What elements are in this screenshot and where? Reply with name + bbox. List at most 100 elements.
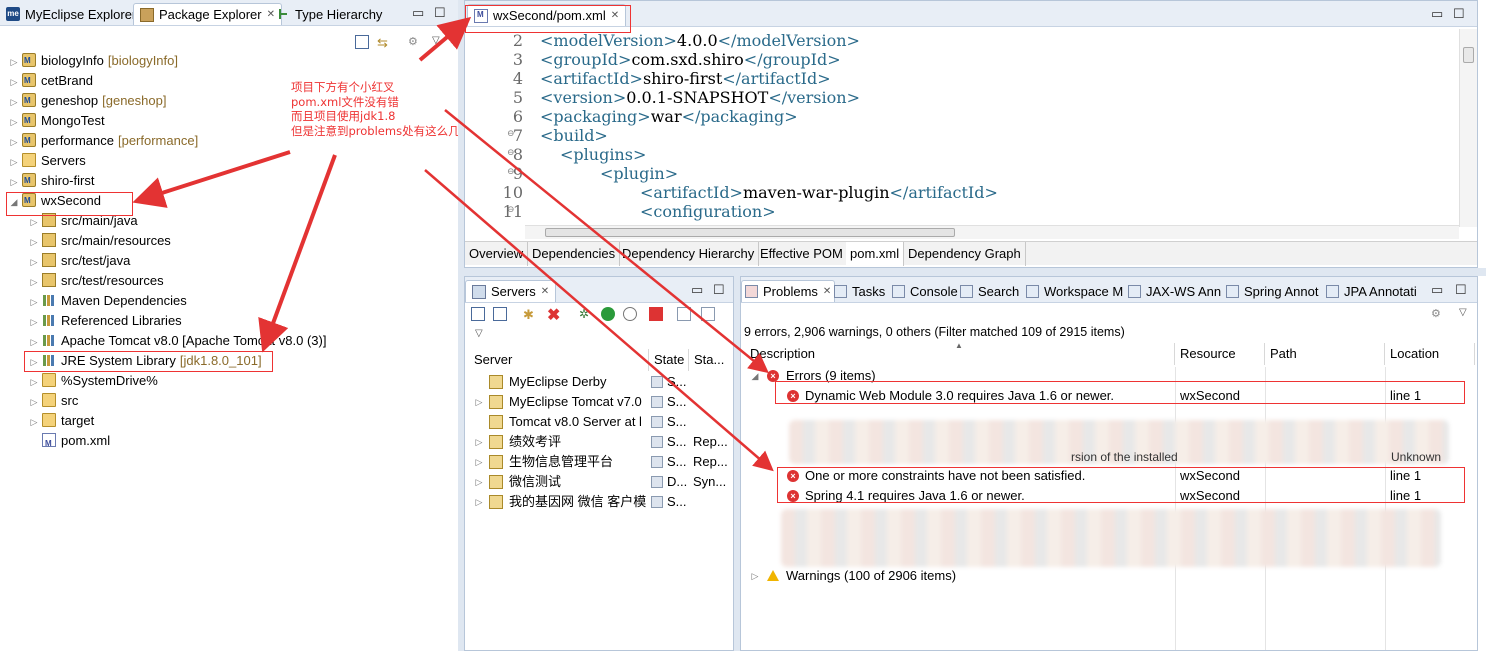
menu-chevron-down-icon[interactable]: ▽ <box>1459 307 1473 321</box>
collapse-all-icon[interactable] <box>471 307 485 321</box>
tree-item[interactable]: ▷ target <box>28 411 94 431</box>
servers-column-header[interactable]: Sta... <box>689 349 733 371</box>
minimize-icon[interactable]: ▭ <box>1431 6 1443 22</box>
error-row[interactable]: × Dynamic Web Module 3.0 requires Java 1.… <box>741 386 1477 406</box>
profile-icon[interactable] <box>623 307 637 321</box>
maximize-icon[interactable]: ☐ <box>434 5 446 21</box>
error-row[interactable]: × One or more constraints have not been s… <box>741 466 1477 486</box>
warnings-group-row[interactable]: ▷ Warnings (100 of 2906 items) <box>741 566 1477 586</box>
tab-package-explorer[interactable]: Package Explorer ✕ <box>133 3 283 25</box>
pom-tab[interactable]: Dependency Graph <box>904 242 1026 266</box>
publish-icon[interactable] <box>677 307 691 321</box>
expand-triangle-icon[interactable]: ▷ <box>749 566 761 586</box>
editor-horizontal-scrollbar[interactable] <box>525 225 1459 239</box>
pom-tab[interactable]: Overview <box>465 242 529 266</box>
server-row[interactable]: Tomcat v8.0 Server at l S... <box>465 412 733 432</box>
expand-triangle-icon[interactable]: ▷ <box>28 232 40 252</box>
minimize-icon[interactable]: ▭ <box>1431 282 1443 298</box>
tree-item[interactable]: ▷ Servers <box>8 151 86 171</box>
tree-item[interactable]: ▷ src <box>28 391 78 411</box>
tree-item[interactable]: ◢ wxSecond <box>8 191 101 211</box>
expand-triangle-icon[interactable]: ▷ <box>8 52 20 72</box>
pom-tab[interactable]: Effective POM <box>756 242 848 266</box>
pom-tab[interactable]: Dependency Hierarchy <box>618 242 760 266</box>
sash-horizontal[interactable] <box>464 268 1486 276</box>
expand-triangle-icon[interactable]: ▷ <box>28 332 40 352</box>
delete-icon[interactable]: ✖ <box>547 305 561 324</box>
expand-triangle-icon[interactable]: ▷ <box>8 72 20 92</box>
expand-triangle-icon[interactable]: ▷ <box>473 492 485 512</box>
expand-triangle-icon[interactable]: ▷ <box>28 372 40 392</box>
tree-item[interactable]: pom.xml <box>28 431 110 454</box>
servers-column-header[interactable]: State <box>649 349 689 371</box>
close-icon[interactable]: ✕ <box>611 10 619 21</box>
tree-item[interactable]: ▷ JRE System Library [jdk1.8.0_101] <box>28 351 262 371</box>
expand-triangle-icon[interactable]: ▷ <box>8 152 20 172</box>
debug-icon[interactable]: ✲ <box>579 307 593 321</box>
server-row[interactable]: ▷ MyEclipse Tomcat v7.0 S... <box>465 392 733 412</box>
expand-triangle-icon[interactable]: ▷ <box>28 352 40 372</box>
tab-jpa-annotati[interactable]: JPA Annotati <box>1323 280 1420 302</box>
maximize-icon[interactable]: ☐ <box>1455 282 1467 298</box>
expand-triangle-icon[interactable]: ▷ <box>473 392 485 412</box>
tab-console[interactable]: Console <box>889 280 961 302</box>
link-with-editor-icon[interactable]: ⇆ <box>377 35 391 50</box>
tab-myeclipse-explorer[interactable]: me MyEclipse Explorer <box>0 3 142 25</box>
tree-item[interactable]: ▷ src/main/resources <box>28 231 171 251</box>
tree-item[interactable]: ▷ cetBrand <box>8 71 94 92</box>
close-icon[interactable]: ✕ <box>541 286 549 297</box>
tab-pom-xml[interactable]: wxSecond/pom.xml ✕ <box>467 4 627 26</box>
tab-workspace-m[interactable]: Workspace M <box>1023 280 1126 302</box>
expand-triangle-icon[interactable]: ▷ <box>8 92 20 112</box>
collapse-all-icon[interactable] <box>355 35 369 49</box>
minimize-icon[interactable]: ▭ <box>691 282 703 298</box>
view-menu-icon[interactable]: ⚙ <box>1431 307 1445 321</box>
start-icon[interactable] <box>601 307 615 321</box>
stop-icon[interactable] <box>649 307 663 321</box>
error-row[interactable]: × Spring 4.1 requires Java 1.6 or newer. w… <box>741 486 1477 506</box>
tree-item[interactable]: ▷ %SystemDrive% <box>28 371 158 391</box>
expand-triangle-icon[interactable]: ▷ <box>28 272 40 292</box>
expand-triangle-icon[interactable]: ▷ <box>8 172 20 192</box>
pom-tab[interactable]: Dependencies <box>528 242 621 266</box>
tab-type-hierarchy[interactable]: Type Hierarchy <box>270 3 388 25</box>
fold-toggle-icon[interactable]: ⊖ <box>507 167 515 177</box>
expand-triangle-icon[interactable]: ▷ <box>28 412 40 432</box>
expand-all-icon[interactable] <box>493 307 507 321</box>
tree-item[interactable]: ▷ src/test/resources <box>28 271 164 291</box>
server-row[interactable]: ▷ 生物信息管理平台 S... Rep... <box>465 452 733 472</box>
tab-servers[interactable]: Servers ✕ <box>465 280 557 302</box>
tab-tasks[interactable]: Tasks <box>831 280 888 302</box>
tab-search[interactable]: Search <box>957 280 1022 302</box>
tab-problems[interactable]: Problems ✕ <box>741 280 836 302</box>
fold-toggle-icon[interactable]: ⊖ <box>507 129 515 139</box>
expand-triangle-icon[interactable]: ▷ <box>28 252 40 272</box>
servers-column-header[interactable]: Server <box>469 349 649 371</box>
errors-group-row[interactable]: ◢ × Errors (9 items) <box>741 366 1477 386</box>
tab-jax-ws-ann[interactable]: JAX-WS Ann <box>1125 280 1224 302</box>
expanded-triangle-icon[interactable]: ◢ <box>8 192 20 212</box>
view-menu-chevron-down-icon[interactable]: ▽ <box>475 328 489 342</box>
new-server-icon[interactable]: ✱ <box>523 307 537 322</box>
view-menu-icon[interactable]: ⚙ <box>408 35 422 49</box>
problems-column-header[interactable]: Location <box>1385 343 1475 365</box>
problems-column-header[interactable]: Resource <box>1175 343 1265 365</box>
fold-toggle-icon[interactable]: ⊖ <box>507 205 515 215</box>
expand-triangle-icon[interactable]: ▷ <box>473 472 485 492</box>
server-row[interactable]: MyEclipse Derby S... <box>465 372 733 392</box>
tree-item[interactable]: ▷ src/test/java <box>28 251 130 271</box>
expanded-triangle-icon[interactable]: ◢ <box>749 366 761 386</box>
expand-triangle-icon[interactable]: ▷ <box>28 292 40 312</box>
tab-spring-annot[interactable]: Spring Annot <box>1223 280 1321 302</box>
tree-item[interactable]: ▷ Maven Dependencies <box>28 291 187 311</box>
tree-item[interactable]: ▷ Apache Tomcat v8.0 [Apache Tomcat v8.0 … <box>28 331 326 351</box>
tree-item[interactable]: ▷ geneshop[geneshop] <box>8 91 167 112</box>
tree-item[interactable]: ▷ src/main/java <box>28 211 138 231</box>
expand-triangle-icon[interactable]: ▷ <box>28 392 40 412</box>
tree-item[interactable]: ▷ performance[performance] <box>8 131 199 151</box>
editor-vertical-scrollbar[interactable] <box>1459 29 1477 227</box>
expand-triangle-icon[interactable]: ▷ <box>28 312 40 332</box>
deploy-icon[interactable] <box>701 307 715 321</box>
problems-column-header[interactable]: Path <box>1265 343 1385 365</box>
server-row[interactable]: ▷ 我的基因网 微信 客户模 S... <box>465 492 733 512</box>
